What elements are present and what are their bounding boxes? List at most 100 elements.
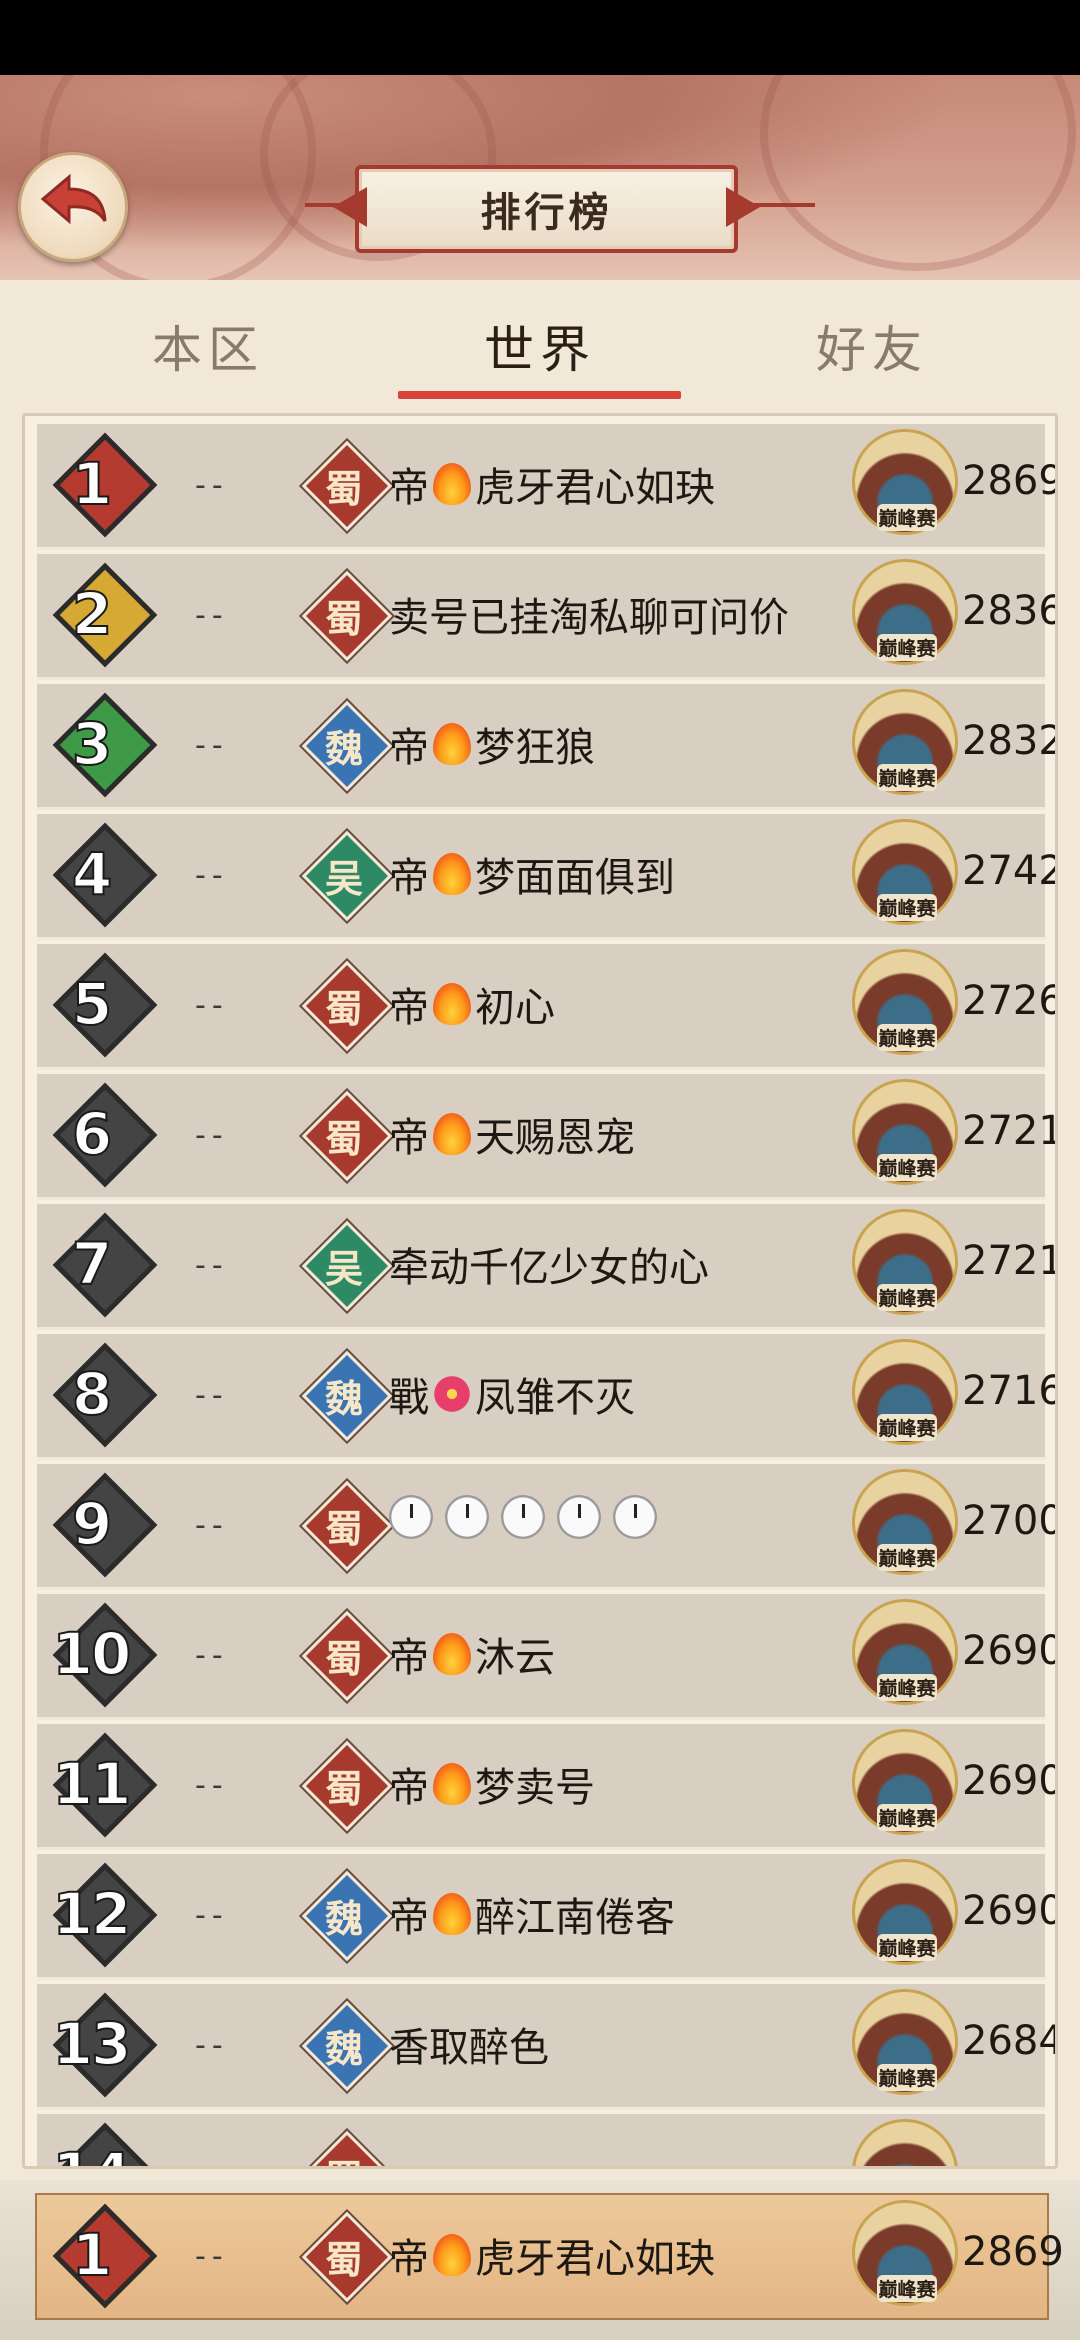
flame-icon (433, 1633, 471, 1675)
clock-icon (613, 1495, 657, 1539)
faction-label: 蜀 (324, 1506, 363, 1551)
rank-change: -- (195, 1248, 229, 1283)
title-prefix: 帝 (389, 1895, 429, 1941)
rank-change: -- (195, 988, 229, 1023)
flame-icon (433, 853, 471, 895)
ranking-row[interactable]: 4 -- 吴帝梦面面俱到 巅峰赛 2742 (37, 814, 1055, 940)
title-prefix: 帝 (389, 1115, 429, 1161)
rank-number: 11 (52, 1749, 133, 1819)
rank-change: -- (195, 1378, 229, 1413)
faction-label: 蜀 (324, 1636, 363, 1681)
player-name: 虎牙君心如玦 (475, 2236, 715, 2282)
ranking-row[interactable]: 8 -- 魏戰凤雏不灭 巅峰赛 2716 (37, 1334, 1055, 1460)
my-rank-row[interactable]: 1 -- 蜀帝虎牙君心如玦 巅峰赛 2869 (35, 2193, 1064, 2320)
rank-number: 3 (71, 709, 113, 779)
player-name-group: 帝沐云 (389, 1625, 555, 1683)
faction-label: 魏 (324, 1896, 363, 1941)
faction-label: 吴 (324, 856, 363, 901)
peak-match-badge-icon: 巅峰赛 (847, 1204, 958, 1320)
title-prefix: 帝 (389, 1635, 429, 1681)
ranking-row[interactable]: 10 -- 蜀帝沐云巅峰赛 2690 (37, 1594, 1055, 1720)
peak-match-badge-icon: 巅峰赛 (847, 1984, 958, 2100)
rank-change: -- (195, 728, 229, 763)
peak-match-badge-icon: 巅峰赛 (847, 1074, 958, 1190)
peak-match-badge-icon: 巅峰赛 (847, 2114, 958, 2166)
rank-change: -- (195, 2158, 229, 2166)
faction-label: 魏 (324, 1376, 363, 1421)
faction-label: 蜀 (304, 2148, 384, 2166)
ranking-list[interactable]: 1 -- 蜀帝虎牙君心如玦 巅峰赛 2869 2 -- 蜀卖号已挂淘私聊可问价 巅峰赛 2836 3… (22, 413, 1058, 2169)
player-name-group: 帝初心 (389, 975, 555, 1033)
peak-match-badge-icon: 巅峰赛 (847, 554, 958, 670)
badge-caption: 巅峰赛 (877, 764, 937, 791)
peak-match-badge-icon: 巅峰赛 (847, 1594, 958, 1710)
player-name-group: 牵动千亿少女的心 (389, 1235, 709, 1293)
faction-label: 魏 (324, 2026, 363, 2071)
tab-friends[interactable]: 好友 (722, 310, 1022, 382)
score: 2869 (962, 458, 1058, 504)
badge-caption: 巅峰赛 (877, 1674, 937, 1701)
peak-match-badge-icon: 巅峰赛 (847, 814, 958, 930)
rank-change: -- (195, 598, 229, 633)
score: 2721 (962, 1108, 1058, 1154)
flame-icon (433, 1763, 471, 1805)
clock-icon (389, 1495, 433, 1539)
title-prefix: 帝 (389, 2236, 429, 2282)
faction-label: 蜀 (324, 1766, 363, 1811)
rank-change: -- (195, 2028, 229, 2063)
tab-world[interactable]: 世界 (390, 310, 690, 382)
back-button[interactable] (18, 152, 128, 262)
score: 2726 (962, 978, 1058, 1024)
faction-label: 蜀 (324, 2237, 363, 2282)
badge-caption: 巅峰赛 (877, 894, 937, 921)
status-bar (0, 0, 1080, 75)
player-name-group: 帝梦狂狼 (389, 715, 595, 773)
badge-caption: 巅峰赛 (877, 2064, 937, 2091)
ranking-row[interactable]: 12 -- 魏帝醉江南倦客 巅峰赛 2690 (37, 1854, 1055, 1980)
ranking-row[interactable]: 11 -- 蜀帝梦卖号 巅峰赛 2690 (37, 1724, 1055, 1850)
player-name-group: 帝虎牙君心如玦 (389, 455, 715, 513)
faction-label: 吴 (324, 1246, 363, 1291)
player-name: 梦狂狼 (475, 725, 595, 771)
player-name-group: 帝醉江南倦客 (389, 1885, 675, 1943)
title-prefix: 帝 (389, 725, 429, 771)
rank-number: 9 (71, 1489, 113, 1559)
title-prefix: 帝 (389, 465, 429, 511)
rank-number: 13 (52, 2009, 133, 2079)
player-name: 香取醉色 (389, 2025, 549, 2071)
rank-change: -- (195, 858, 229, 893)
ranking-row[interactable]: 2 -- 蜀卖号已挂淘私聊可问价 巅峰赛 2836 (37, 554, 1055, 680)
score: 2742 (962, 848, 1058, 894)
rank-number: 12 (52, 1879, 133, 1949)
score: 2690 (962, 1628, 1058, 1674)
title-prefix: 帝 (389, 985, 429, 1031)
flame-icon (433, 983, 471, 1025)
badge-caption: 巅峰赛 (877, 1024, 937, 1051)
ranking-row[interactable]: 6 -- 蜀帝天赐恩宠 巅峰赛 2721 (37, 1074, 1055, 1200)
ranking-row[interactable]: 1 -- 蜀帝虎牙君心如玦 巅峰赛 2869 (37, 424, 1055, 550)
player-name: 初心 (475, 985, 555, 1031)
ranking-row[interactable]: 7 -- 吴牵动千亿少女的心 巅峰赛 2721 (37, 1204, 1055, 1330)
tab-active-indicator (398, 391, 681, 399)
rank-number: 10 (52, 1619, 133, 1689)
player-name: 梦卖号 (475, 1765, 595, 1811)
score: 2684 (962, 2018, 1058, 2064)
badge-caption: 巅峰赛 (877, 1804, 937, 1831)
clock-icon (445, 1495, 489, 1539)
tab-local-zone[interactable]: 本区 (58, 310, 358, 382)
ranking-row[interactable]: 13 -- 魏香取醉色巅峰赛 2684 (37, 1984, 1055, 2110)
player-name-group: 香取醉色 (389, 2015, 549, 2073)
rank-change: -- (195, 1638, 229, 1673)
faction-label: 蜀 (324, 1116, 363, 1161)
clock-icon (557, 1495, 601, 1539)
flame-icon (433, 723, 471, 765)
ranking-row[interactable]: 3 -- 魏帝梦狂狼 巅峰赛 2832 (37, 684, 1055, 810)
ranking-row[interactable]: 14--蜀巅峰赛 (37, 2114, 1045, 2166)
my-rank-entry[interactable]: 1 -- 蜀帝虎牙君心如玦 巅峰赛 2869 (37, 2195, 1064, 2318)
rank-number: 7 (71, 1229, 113, 1299)
peak-match-badge-icon: 巅峰赛 (847, 424, 958, 540)
ranking-row[interactable]: 5 -- 蜀帝初心 巅峰赛 2726 (37, 944, 1055, 1070)
ranking-row[interactable]: 9 -- 蜀巅峰赛 2700 (37, 1464, 1055, 1590)
faction-label: 蜀 (324, 596, 363, 641)
faction-label: 蜀 (324, 986, 363, 1031)
